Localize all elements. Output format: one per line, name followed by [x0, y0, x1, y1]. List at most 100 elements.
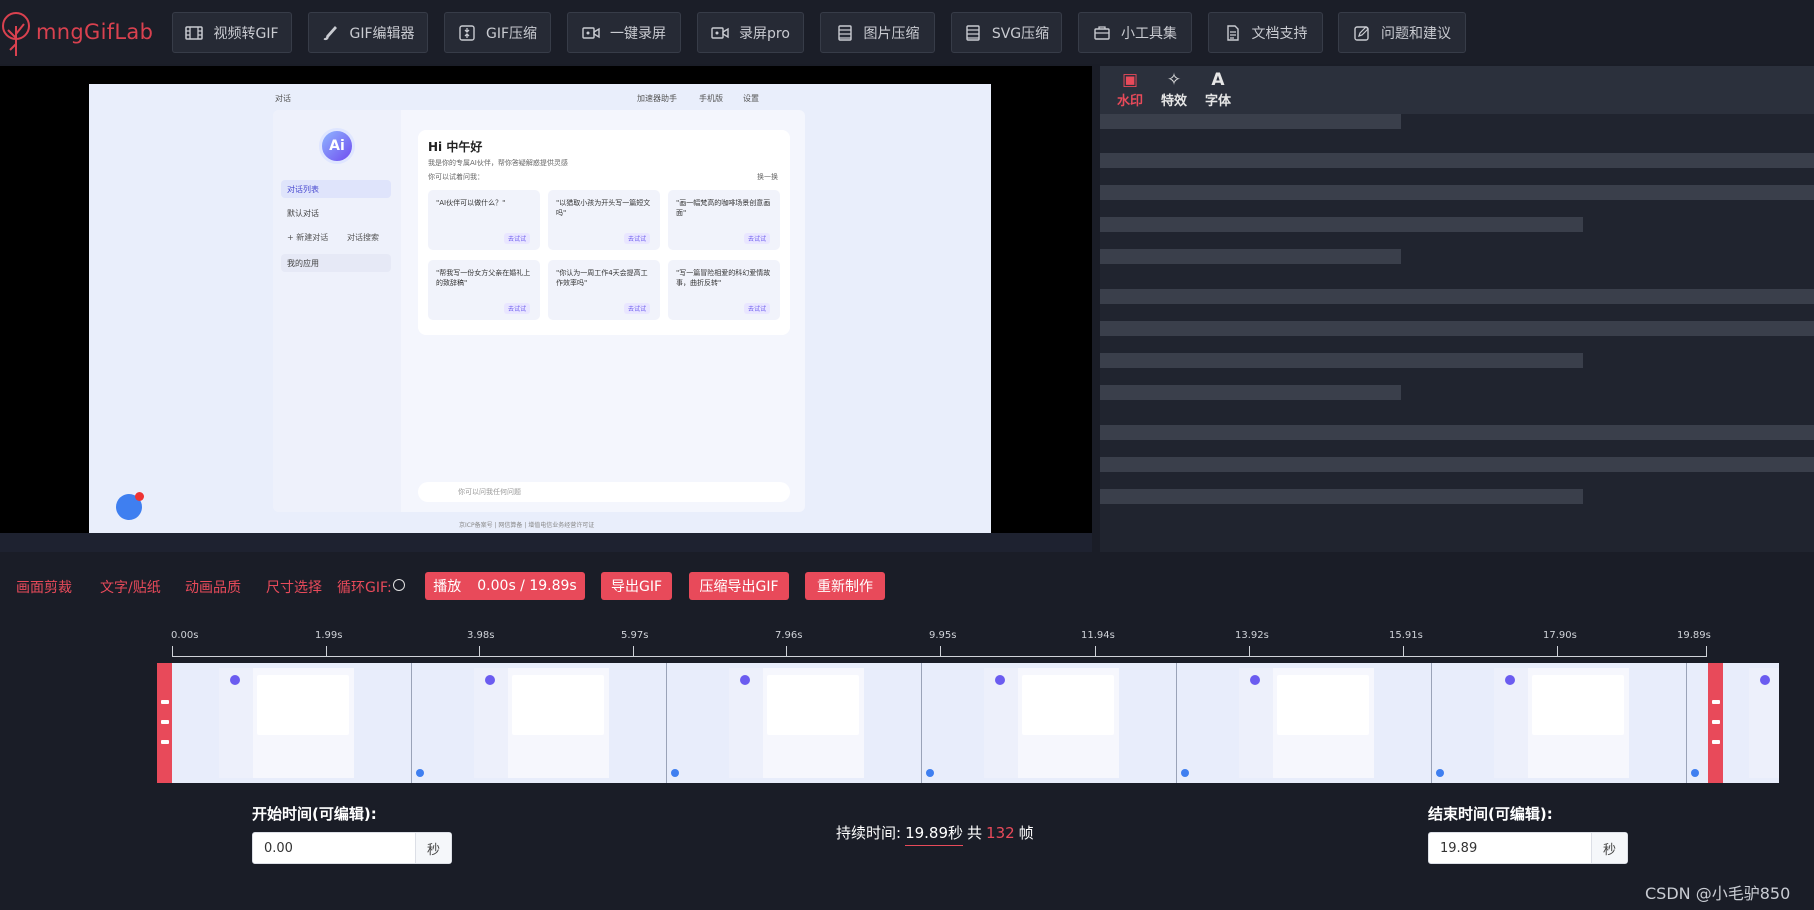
frame-count: 132	[986, 824, 1015, 842]
preview-subtitle: 我是你的专属AI伙伴，帮你答疑解惑提供灵感	[428, 159, 568, 167]
duration-value: 19.89秒	[905, 822, 964, 846]
pin-icon: ✧	[1166, 70, 1182, 90]
tick-label: 3.98s	[467, 630, 495, 641]
nav-record-pro[interactable]: 录屏pro	[697, 12, 804, 53]
suggestion-text: "AI伙伴可以做什么？"	[436, 199, 506, 207]
app-logo[interactable]: mngGifLab	[2, 6, 153, 58]
film-icon	[185, 25, 204, 40]
remake-button[interactable]: 重新制作	[805, 572, 885, 600]
size-select-button[interactable]: 尺寸选择	[266, 577, 322, 597]
preview-sidebar-item: 我的应用	[281, 254, 391, 272]
text-sticker-button[interactable]: 文字/贴纸	[100, 577, 161, 597]
nav-documentation[interactable]: 文档支持	[1208, 12, 1323, 53]
preview-sidebar-item: 对话搜索	[347, 232, 379, 242]
unit-seconds: 秒	[1591, 833, 1627, 863]
svg-compress-icon	[966, 24, 980, 41]
export-gif-button[interactable]: 导出GIF	[601, 572, 672, 600]
frame-filmstrip[interactable]	[157, 663, 1779, 783]
tab-label: 水印	[1116, 94, 1143, 109]
loading-skeleton	[1100, 289, 1814, 304]
tick-label: 19.89s	[1677, 630, 1711, 641]
preview-frame[interactable]: 对话 加速器助手 手机版 设置 Ai 对话列表 默认对话 + 新建对话 对话搜索…	[89, 84, 991, 533]
start-time-input[interactable]	[253, 833, 415, 863]
trim-end-handle[interactable]	[1708, 663, 1723, 783]
filmstrip-frame	[922, 663, 1177, 783]
play-label: 播放	[433, 579, 462, 595]
loading-skeleton	[1100, 489, 1583, 504]
compress-export-button[interactable]: 压缩导出GIF	[689, 572, 789, 600]
nav-image-compress[interactable]: 图片压缩	[820, 12, 935, 53]
preview-suggestion: "以猎取小孩为开头写一篇短文吗" 去试试	[548, 190, 660, 250]
loop-gif-radio[interactable]	[393, 579, 405, 591]
suggestion-text: "写一篇冒险相爱的科幻爱情故事，曲折反转"	[676, 269, 771, 287]
watermark-icon: ▣	[1121, 70, 1139, 90]
nav-gif-compress[interactable]: GIF压缩	[444, 12, 551, 53]
suggestion-text: "画一幅梵高的咖啡场景创意画面"	[676, 199, 771, 217]
preview-chat-input: 你可以问我任何问题	[418, 482, 790, 502]
suggestion-text: "帮我写一份女方父亲在婚礼上的致辞稿"	[436, 269, 531, 287]
end-time-field: 秒	[1428, 832, 1628, 864]
tab-label: 字体	[1204, 94, 1231, 109]
camera-icon	[711, 26, 729, 39]
try-label: 去试试	[623, 233, 650, 244]
loading-skeleton	[1100, 217, 1583, 232]
tick-label: 7.96s	[775, 630, 803, 641]
tick-label: 17.90s	[1543, 630, 1577, 641]
tick-mark	[940, 646, 941, 656]
crop-button[interactable]: 画面剪裁	[16, 577, 72, 597]
tick-mark	[1403, 646, 1404, 656]
tick-mark	[1706, 646, 1707, 656]
ai-avatar-icon: Ai	[319, 128, 355, 164]
loading-skeleton	[1100, 185, 1814, 200]
tick-label: 5.97s	[621, 630, 649, 641]
quality-button[interactable]: 动画品质	[185, 577, 241, 597]
tick-label: 1.99s	[315, 630, 343, 641]
preview-suggestion: "写一篇冒险相爱的科幻爱情故事，曲折反转" 去试试	[668, 260, 780, 320]
nav-toolbox[interactable]: 小工具集	[1078, 12, 1192, 53]
play-button[interactable]: 播放 0.00s / 19.89s	[425, 572, 585, 600]
tick-mark	[633, 646, 634, 656]
feedback-icon	[1354, 25, 1369, 41]
preview-sidebar-item: 默认对话	[287, 208, 319, 218]
tick-mark	[1249, 646, 1250, 656]
suggestion-text: "以猎取小孩为开头写一篇短文吗"	[556, 199, 651, 217]
nav-one-click-record[interactable]: 一键录屏	[567, 12, 681, 53]
tab-effects[interactable]: ✧ 特效	[1154, 70, 1194, 110]
tab-font[interactable]: A 字体	[1198, 70, 1238, 110]
preview-header-link: 加速器助手	[637, 94, 677, 103]
start-time-field: 秒	[252, 832, 452, 864]
font-icon: A	[1211, 70, 1225, 90]
try-label: 去试试	[623, 303, 650, 314]
preview-stage: 对话 加速器助手 手机版 设置 Ai 对话列表 默认对话 + 新建对话 对话搜索…	[0, 66, 1092, 533]
filmstrip-frame	[1177, 663, 1432, 783]
nav-label: 录屏pro	[739, 25, 790, 42]
tick-mark	[326, 646, 327, 656]
unit-seconds: 秒	[415, 833, 451, 863]
preview-suggestion: "AI伙伴可以做什么？" 去试试	[428, 190, 540, 250]
loading-skeleton	[1100, 353, 1583, 368]
loading-skeleton	[1100, 249, 1401, 264]
preview-header-link: 设置	[743, 94, 759, 103]
tab-watermark[interactable]: ▣ 水印	[1110, 70, 1150, 110]
nav-gif-editor[interactable]: GIF编辑器	[308, 12, 428, 53]
tick-mark	[1095, 646, 1096, 656]
preview-suggestion: "你认为一周工作4天会提高工作效率吗" 去试试	[548, 260, 660, 320]
brush-icon	[324, 25, 338, 40]
timeline-ruler: 0.00s 1.99s 3.98s 5.97s 7.96s 9.95s 11.9…	[0, 625, 1814, 661]
tick-label: 15.91s	[1389, 630, 1423, 641]
nav-label: 小工具集	[1121, 25, 1177, 42]
nav-video-to-gif[interactable]: 视频转GIF	[172, 12, 292, 53]
top-navigation-bar: mngGifLab 视频转GIF GIF编辑器 GIF压缩 一键录屏 录屏pro…	[0, 0, 1814, 64]
filmstrip-frame	[667, 663, 922, 783]
nav-svg-compress[interactable]: SVG压缩	[951, 12, 1062, 53]
preview-refresh: 换一换	[757, 173, 778, 181]
trim-start-handle[interactable]	[157, 663, 172, 783]
image-compress-icon	[837, 24, 852, 41]
loading-skeleton	[1100, 114, 1401, 129]
nav-feedback[interactable]: 问题和建议	[1338, 12, 1466, 53]
end-time-input[interactable]	[1429, 833, 1591, 863]
preview-footer: 京ICP备案号 | 网信算备 | 增值电信业务经营许可证	[459, 522, 595, 529]
filmstrip-frame	[157, 663, 412, 783]
duration-summary: 持续时间: 19.89秒 共 132 帧	[836, 822, 1034, 846]
preview-suggestion: "帮我写一份女方父亲在婚礼上的致辞稿" 去试试	[428, 260, 540, 320]
